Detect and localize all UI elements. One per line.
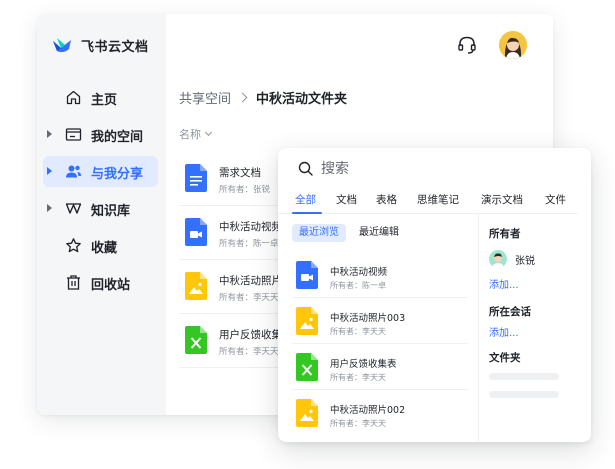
brand[interactable]: 飞书云文档 — [51, 36, 149, 55]
result-owner: 所有者：李天天 — [330, 373, 386, 382]
result-owner: 所有者：李天天 — [330, 327, 386, 336]
sheet-file-icon — [296, 353, 318, 381]
result-name: 中秋活动视频 — [330, 267, 388, 278]
tab-all[interactable]: 全部 — [295, 192, 316, 207]
sidebar-item-trash[interactable]: 回收站 — [43, 267, 158, 298]
owner-avatar — [489, 250, 507, 268]
search-popup: 搜索 全部 文档 表格 思维笔记 演示文档 文件 最近浏览 最近编辑 中秋活动视… — [278, 148, 591, 442]
result-owner: 所有者：李天天 — [330, 419, 386, 428]
sidebar-nav: 主页 我的空间 与我分享 知识库 收藏 回收站 — [43, 82, 158, 304]
image-file-icon — [296, 399, 318, 427]
search-tabs: 全部 文档 表格 思维笔记 演示文档 文件 — [278, 192, 578, 214]
sidebar-item-home[interactable]: 主页 — [43, 82, 158, 113]
subtab-recent-edited[interactable]: 最近编辑 — [352, 224, 406, 242]
avatar-image-icon — [499, 31, 527, 59]
file-name: 需求文档 — [219, 167, 261, 179]
filter-folder-title: 文件夹 — [489, 352, 521, 364]
trash-icon — [67, 275, 80, 290]
result-name: 中秋活动照片003 — [330, 313, 406, 324]
header-actions — [457, 31, 527, 59]
sidebar-item-my-space[interactable]: 我的空间 — [43, 119, 158, 150]
sidebar-item-favorites[interactable]: 收藏 — [43, 230, 158, 261]
sheet-file-icon — [185, 326, 207, 354]
sidebar-item-shared-with-me[interactable]: 与我分享 — [43, 156, 158, 187]
sidebar-item-label: 知识库 — [91, 204, 131, 219]
sidebar-item-label: 收藏 — [91, 241, 118, 256]
result-row[interactable]: 中秋活动照片002 所有者：李天天 — [292, 390, 468, 436]
file-owner: 所有者：李天天 — [219, 347, 279, 357]
file-owner: 所有者：李天天 — [219, 293, 279, 303]
caret-right-icon[interactable] — [47, 204, 52, 212]
folder-placeholder — [489, 373, 559, 380]
recent-subtabs: 最近浏览 最近编辑 — [292, 224, 412, 242]
result-name: 中秋活动照片002 — [330, 405, 406, 416]
file-name: 用户反馈收集 — [219, 329, 282, 341]
avatar-image-icon — [489, 250, 507, 268]
filter-chat-title: 所在会话 — [489, 306, 531, 318]
result-row[interactable]: 中秋活动照片003 所有者：李天天 — [292, 298, 468, 344]
subtab-recent-viewed[interactable]: 最近浏览 — [292, 224, 346, 242]
tab-docs[interactable]: 文档 — [336, 192, 357, 207]
file-name: 中秋活动视频 — [219, 221, 282, 233]
image-file-icon — [185, 272, 207, 300]
sidebar-item-label: 回收站 — [91, 278, 131, 293]
tab-slides[interactable]: 演示文档 — [481, 192, 523, 207]
result-name: 用户反馈收集表 — [330, 359, 397, 370]
sidebar-item-wiki[interactable]: 知识库 — [43, 193, 158, 224]
file-owner: 所有者：张锐 — [219, 185, 271, 195]
breadcrumb-root[interactable]: 共享空间 — [179, 88, 231, 107]
sort-dropdown[interactable]: 名称 — [179, 126, 213, 142]
filter-owner-chip[interactable]: 张锐 — [489, 250, 535, 268]
result-owner: 所有者：陈一卓 — [330, 281, 386, 290]
result-list: 中秋活动视频 所有者：陈一卓 中秋活动照片003 所有者：李天天 用户反馈收集表… — [278, 252, 478, 436]
owner-name: 张锐 — [515, 255, 535, 267]
doc-file-icon — [185, 164, 207, 192]
headset-icon[interactable] — [457, 35, 477, 55]
star-icon — [66, 238, 81, 253]
result-row[interactable]: 中秋活动视频 所有者：陈一卓 — [292, 252, 468, 298]
sidebar-item-label: 主页 — [91, 93, 118, 108]
sort-label: 名称 — [179, 128, 201, 141]
search-placeholder: 搜索 — [321, 161, 349, 177]
chevron-right-icon — [237, 92, 248, 103]
tab-files[interactable]: 文件 — [545, 192, 566, 207]
caret-right-icon[interactable] — [47, 130, 52, 138]
filter-owner-title: 所有者 — [489, 228, 521, 240]
user-avatar[interactable] — [499, 31, 527, 59]
caret-right-icon[interactable] — [47, 167, 52, 175]
sidebar-item-label: 与我分享 — [91, 167, 144, 182]
search-input[interactable]: 搜索 — [298, 158, 349, 178]
image-file-icon — [296, 307, 318, 335]
video-file-icon — [185, 218, 207, 246]
tab-mindnotes[interactable]: 思维笔记 — [417, 192, 459, 207]
chevron-down-icon — [204, 128, 213, 137]
add-owner-link[interactable]: 添加... — [489, 276, 519, 291]
wiki-icon — [65, 203, 82, 214]
result-row[interactable]: 用户反馈收集表 所有者：李天天 — [292, 344, 468, 390]
search-icon — [298, 161, 313, 176]
sidebar: 飞书云文档 主页 我的空间 与我分享 知识库 收藏 回收站 — [37, 14, 166, 415]
home-icon — [66, 90, 81, 105]
folder-icon — [65, 128, 82, 141]
filter-pane: 所有者 张锐 添加... 所在会话 添加... 文件夹 — [478, 214, 591, 442]
brand-name: 飞书云文档 — [81, 40, 149, 55]
video-file-icon — [296, 261, 318, 289]
add-chat-link[interactable]: 添加... — [489, 324, 519, 339]
tab-sheets[interactable]: 表格 — [376, 192, 397, 207]
feishu-logo-icon — [53, 37, 71, 52]
breadcrumb-current: 中秋活动文件夹 — [256, 92, 348, 107]
file-owner: 所有者：陈一卓 — [219, 239, 279, 249]
file-name: 中秋活动照片 — [219, 275, 282, 287]
results-pane: 最近浏览 最近编辑 中秋活动视频 所有者：陈一卓 中秋活动照片003 所有者：李… — [278, 214, 478, 442]
breadcrumb: 共享空间 中秋活动文件夹 — [179, 88, 347, 107]
users-icon — [66, 165, 81, 178]
sidebar-item-label: 我的空间 — [91, 130, 144, 145]
folder-placeholder — [489, 391, 559, 398]
